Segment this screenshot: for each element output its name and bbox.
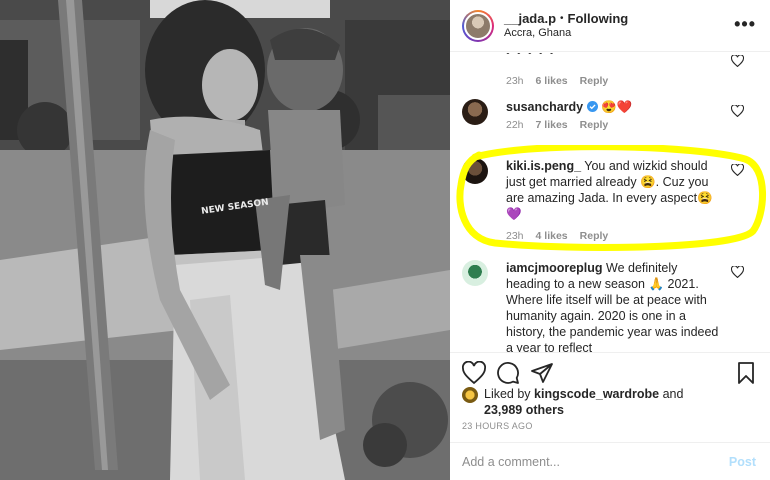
liker-avatar[interactable] [462, 387, 478, 403]
header-separator: • [560, 12, 564, 24]
commenter-username[interactable]: kiki.is.peng_ [506, 159, 581, 173]
reply-button[interactable]: Reply [580, 228, 609, 244]
commenter-avatar[interactable] [462, 99, 488, 125]
comment-likes[interactable]: 6 likes [536, 73, 568, 89]
heart-icon[interactable] [731, 164, 744, 176]
author-avatar[interactable] [462, 9, 494, 42]
save-bookmark-icon[interactable] [734, 361, 758, 385]
photo-illustration: NEW SEASON [0, 0, 450, 480]
following-button[interactable]: Following [568, 11, 629, 26]
commenter-username[interactable]: iamcjmooreplug [506, 261, 603, 275]
add-comment-bar: Add a comment... Post [450, 442, 770, 480]
comment-icon[interactable] [496, 361, 520, 385]
liked-by-and: and [662, 387, 684, 401]
comment-emojis: • • • • • [506, 53, 556, 59]
heart-icon[interactable] [731, 105, 744, 117]
author-username[interactable]: __jada.p [504, 11, 556, 26]
like-heart-icon[interactable] [462, 361, 486, 385]
liked-by-prefix: Liked by [484, 387, 531, 401]
comment-emojis: 😍❤️ [601, 100, 633, 114]
post-photo[interactable]: NEW SEASON [0, 0, 450, 480]
reply-button[interactable]: Reply [580, 73, 609, 89]
share-icon[interactable] [530, 361, 554, 385]
comment-time[interactable]: 23h [506, 228, 524, 244]
liker-username[interactable]: kingscode_wardrobe [534, 387, 659, 401]
verified-badge-icon [586, 101, 598, 112]
post-header: __jada.p • Following Accra, Ghana ••• [450, 0, 770, 52]
likes-summary: Liked by kingscode_wardrobe and 23,989 o… [462, 386, 752, 418]
commenter-username[interactable]: susanchardy [506, 100, 583, 114]
post-sidebar: __jada.p • Following Accra, Ghana ••• • … [450, 0, 770, 480]
reply-button[interactable]: Reply [580, 117, 609, 133]
post-timestamp[interactable]: 23 HOURS AGO [462, 421, 533, 431]
add-comment-input[interactable]: Add a comment... [462, 455, 682, 469]
post-comment-button[interactable]: Post [729, 455, 756, 469]
likes-count[interactable]: 23,989 others [484, 403, 564, 417]
heart-icon[interactable] [731, 266, 744, 278]
more-options-icon[interactable]: ••• [734, 15, 756, 33]
commenter-avatar[interactable] [462, 260, 488, 286]
comment-time[interactable]: 22h [506, 117, 524, 133]
heart-icon[interactable] [731, 55, 744, 67]
commenter-avatar[interactable] [462, 158, 488, 184]
post-location[interactable]: Accra, Ghana [504, 26, 628, 41]
comment-likes[interactable]: 7 likes [536, 117, 568, 133]
comment-time[interactable]: 23h [506, 73, 524, 89]
comment-likes[interactable]: 4 likes [536, 228, 568, 244]
comments-list[interactable]: • • • • • 23h 6 likes Reply susanchardy … [450, 53, 770, 352]
